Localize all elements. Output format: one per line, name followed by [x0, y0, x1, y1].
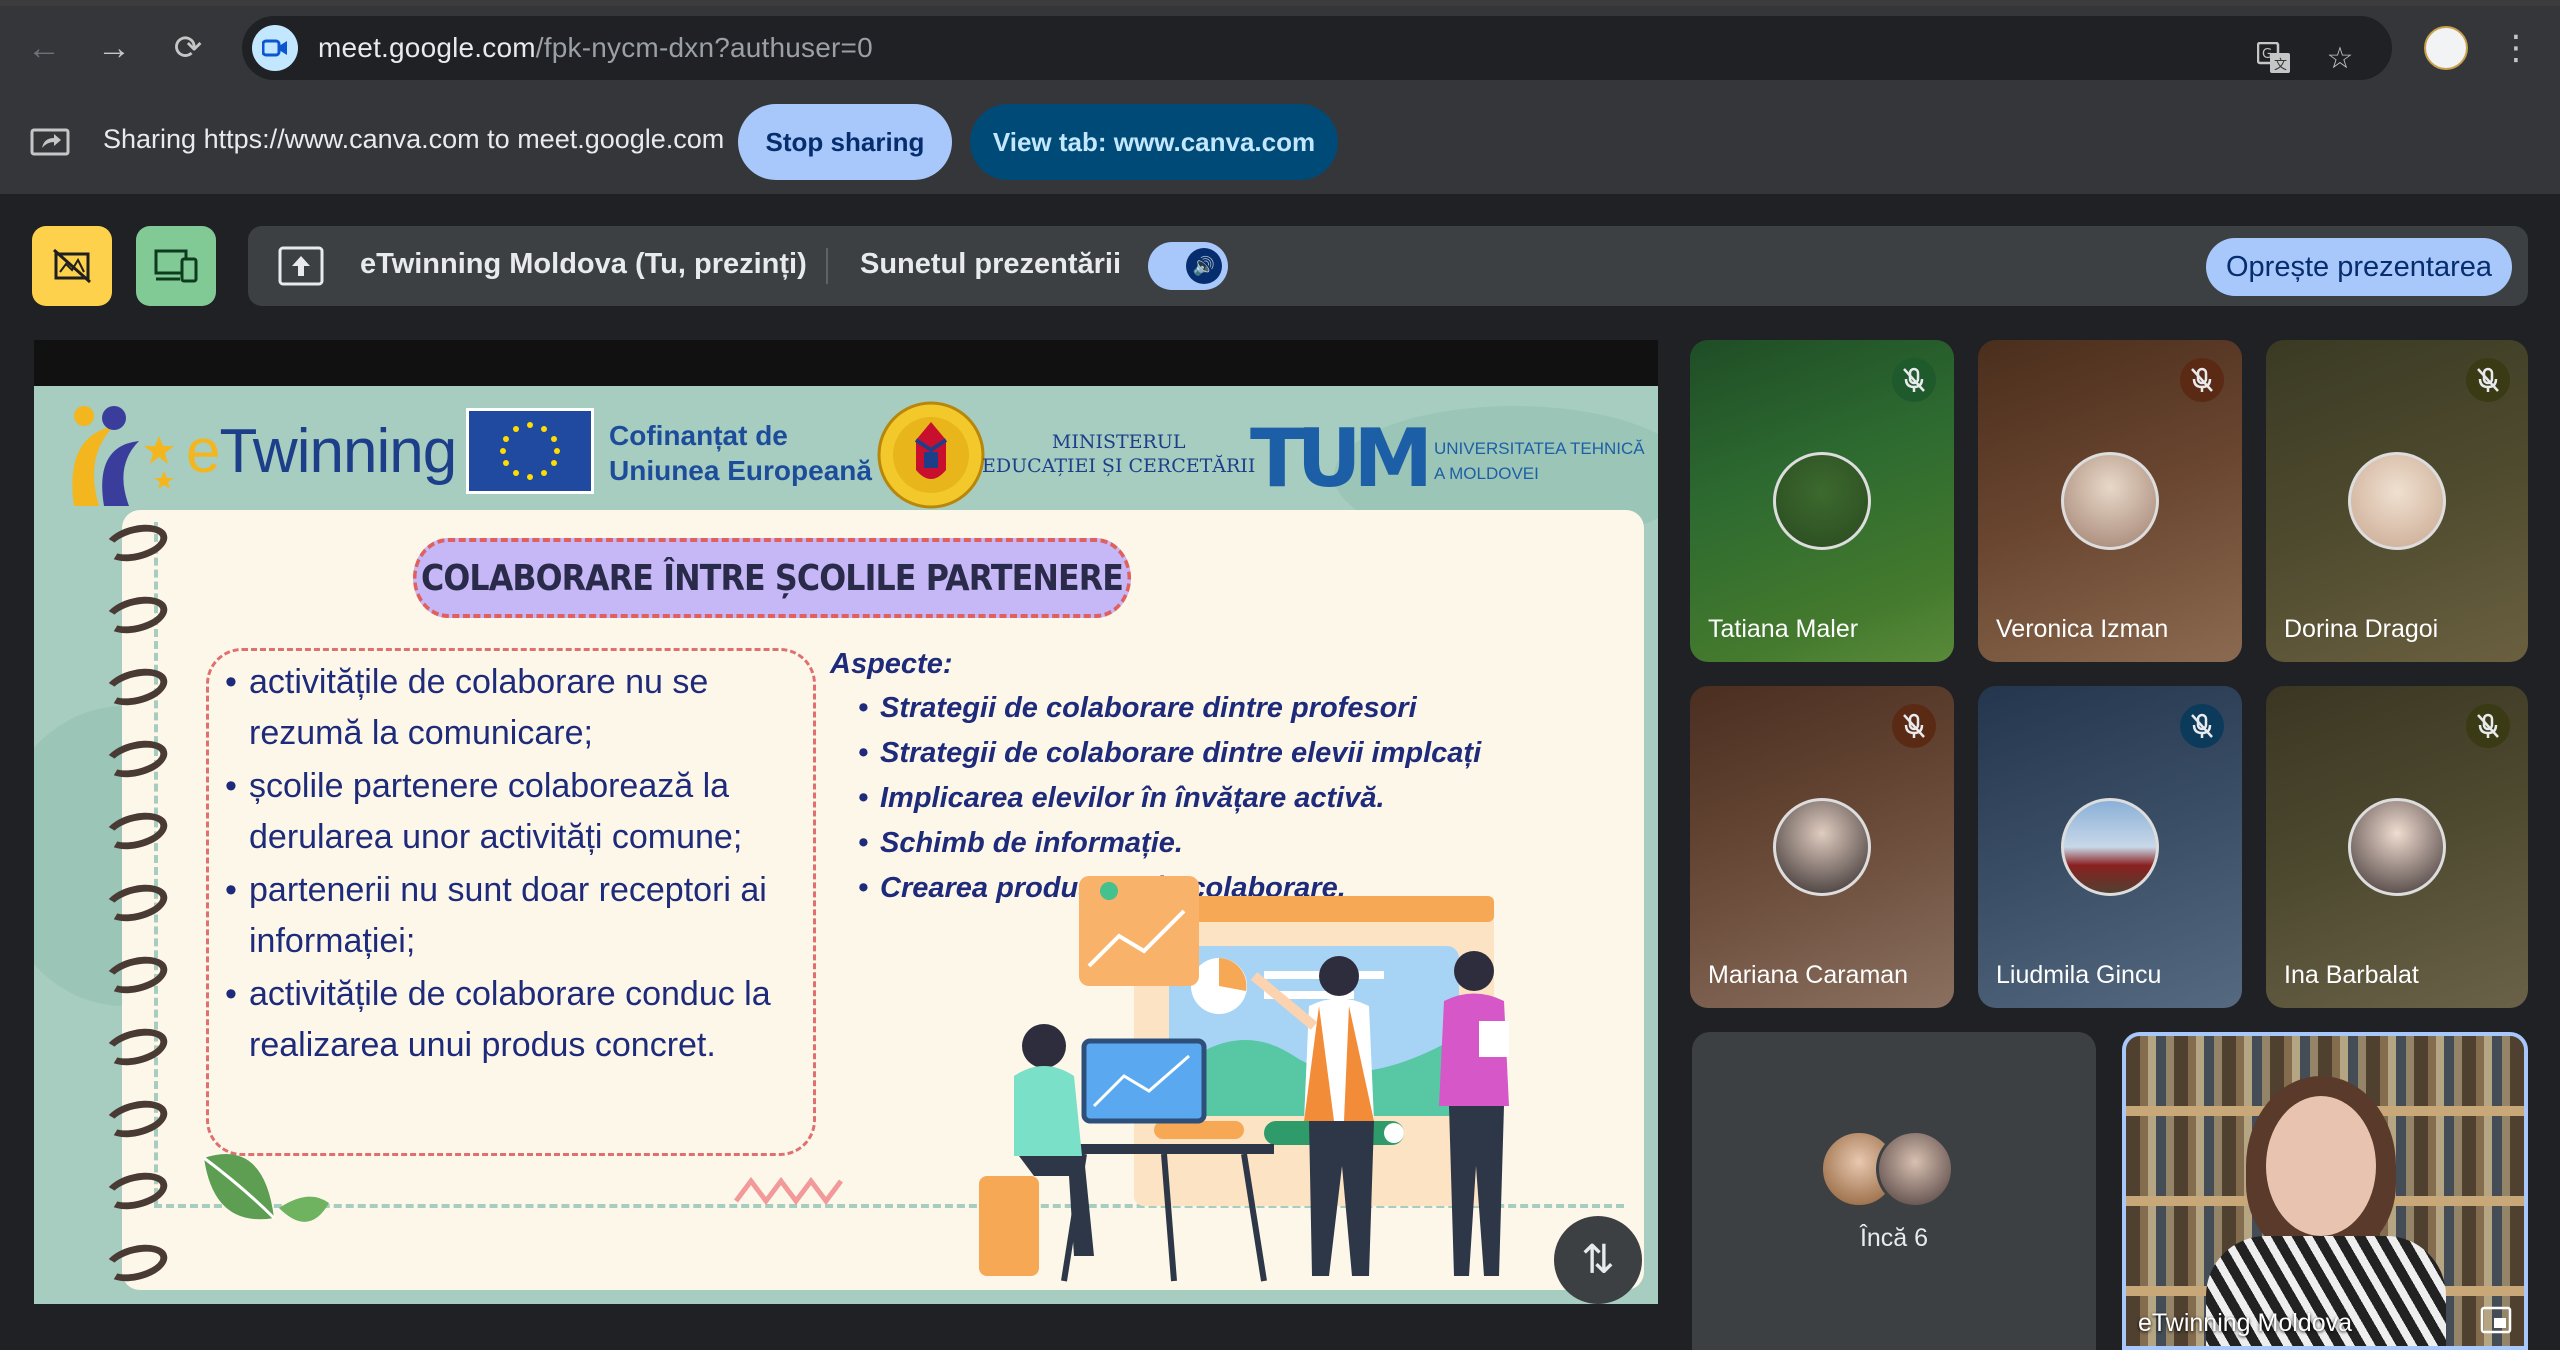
- utm-logo: TUM: [1250, 412, 1433, 505]
- utm-line-2: A MOLDOVEI: [1434, 464, 1539, 483]
- present-screen-icon: [278, 246, 324, 286]
- list-item: partenerii nu sunt doar receptori ai inf…: [225, 865, 809, 967]
- participant-name: Ina Barbalat: [2284, 961, 2419, 989]
- collaboration-illustration: [979, 876, 1509, 1282]
- presentation-stage: eTwinning Cofinanțat de Uniunea European…: [34, 340, 1658, 1304]
- self-name: eTwinning Moldova: [2138, 1309, 2353, 1337]
- meet-site-icon[interactable]: [252, 25, 298, 71]
- url-text[interactable]: meet.google.com/fpk-nycm-dxn?authuser=0: [318, 32, 873, 64]
- browser-menu-icon[interactable]: ⋮: [2492, 24, 2540, 72]
- eu-flag-icon: [466, 408, 594, 494]
- cofinance-line-2: Uniunea Europeană: [609, 455, 872, 486]
- translate-icon[interactable]: G文: [2252, 36, 2296, 80]
- person-face: [2266, 1096, 2376, 1236]
- participant-tile-tatiana-maler[interactable]: Tatiana Maler: [1690, 340, 1954, 662]
- screen-share-icon: [30, 128, 70, 156]
- participant-name: Dorina Dragoi: [2284, 615, 2439, 643]
- leaf-decoration-icon: [203, 1154, 329, 1222]
- bookmark-star-icon[interactable]: ☆: [2318, 36, 2362, 80]
- participant-tile-mariana-caraman[interactable]: Mariana Caraman: [1690, 686, 1954, 1008]
- ministry-line-1: MINISTERUL: [1051, 431, 1186, 453]
- list-item: școlile partenere colaborează la derular…: [225, 761, 809, 863]
- participant-tile-liudmila-gincu[interactable]: Liudmila Gincu: [1978, 686, 2242, 1008]
- address-bar[interactable]: meet.google.com/fpk-nycm-dxn?authuser=0 …: [242, 16, 2392, 80]
- hide-tile-icon: [53, 248, 91, 284]
- avatar: [2061, 452, 2159, 550]
- svg-text:文: 文: [2274, 58, 2287, 73]
- muted-mic-icon: [1892, 358, 1936, 402]
- hide-self-view-button[interactable]: [32, 226, 112, 306]
- etwinning-wordmark: eTwinning: [186, 417, 457, 486]
- avatar: [2061, 798, 2159, 896]
- eu-cofinance-text: Cofinanțat de Uniunea Europeană: [609, 418, 872, 488]
- muted-mic-icon: [2466, 704, 2510, 748]
- list-item: Strategii de colaborare dintre profesori: [858, 692, 1417, 725]
- presentation-bar: eTwinning Moldova (Tu, prezinți) Sunetul…: [248, 226, 2528, 306]
- list-item: Schimb de informație.: [858, 827, 1183, 860]
- slide-title: COLABORARE ÎNTRE ȘCOLILE PARTENERE: [412, 538, 1132, 618]
- reload-icon[interactable]: ⟳: [164, 24, 212, 72]
- zigzag-decoration-icon: [734, 1176, 843, 1206]
- tab-sharing-bar: Sharing https://www.canva.com to meet.go…: [0, 84, 2560, 194]
- ministry-text: MINISTERUL EDUCAȚIEI ȘI CERCETĂRII: [982, 430, 1255, 478]
- list-item: activitățile de colaborare nu se rezumă …: [225, 657, 809, 759]
- participant-tile-veronica-izman[interactable]: Veronica Izman: [1978, 340, 2242, 662]
- etwinning-logo-icon: [72, 406, 174, 506]
- divider: [826, 248, 828, 284]
- avatar: [1773, 798, 1871, 896]
- muted-mic-icon: [1892, 704, 1936, 748]
- moldova-coat-of-arms-icon: [877, 401, 985, 509]
- aspects-heading: Aspecte:: [830, 648, 953, 680]
- muted-mic-icon: [2466, 358, 2510, 402]
- self-view-tile[interactable]: eTwinning Moldova: [2122, 1032, 2528, 1350]
- muted-mic-icon: [2180, 704, 2224, 748]
- profile-avatar[interactable]: [2424, 26, 2468, 70]
- avatar: [1876, 1130, 1954, 1208]
- ministry-line-2: EDUCAȚIEI ȘI CERCETĂRII: [982, 455, 1256, 477]
- shared-slide: eTwinning Cofinanțat de Uniunea European…: [34, 386, 1658, 1304]
- sharing-message: Sharing https://www.canva.com to meet.go…: [103, 124, 725, 154]
- utm-line-1: UNIVERSITATEA TEHNICĂ: [1434, 439, 1645, 458]
- participant-name: Mariana Caraman: [1708, 961, 1909, 989]
- layout-toggle-button[interactable]: [136, 226, 216, 306]
- participant-tile-ina-barbalat[interactable]: Ina Barbalat: [2266, 686, 2528, 1008]
- collaboration-points-box: activitățile de colaborare nu se rezumă …: [206, 648, 816, 1156]
- presenter-name: eTwinning Moldova (Tu, prezinți): [360, 248, 807, 280]
- slide-scroll-button[interactable]: ⇅: [1554, 1216, 1642, 1304]
- presentation-audio-label: Sunetul prezentării: [860, 248, 1122, 280]
- stop-presenting-button[interactable]: Oprește prezentarea: [2206, 238, 2512, 296]
- presentation-audio-toggle[interactable]: 🔊: [1148, 242, 1228, 290]
- muted-mic-icon: [2180, 358, 2224, 402]
- speaker-icon: 🔊: [1186, 248, 1222, 284]
- stop-sharing-button[interactable]: Stop sharing: [738, 104, 952, 180]
- list-item: activitățile de colaborare conduc la rea…: [225, 969, 809, 1071]
- avatar: [2348, 452, 2446, 550]
- more-participants-tile[interactable]: Încă 6: [1692, 1032, 2096, 1350]
- participant-name: Tatiana Maler: [1708, 615, 1859, 643]
- meet-workspace: eTwinning Moldova (Tu, prezinți) Sunetul…: [0, 194, 2560, 1350]
- picture-in-picture-icon[interactable]: [2480, 1306, 2512, 1334]
- list-item: Implicarea elevilor în învățare activă.: [858, 782, 1385, 815]
- browser-toolbar: ← → ⟳ meet.google.com/fpk-nycm-dxn?authu…: [0, 0, 2560, 84]
- participant-name: Veronica Izman: [1996, 615, 2169, 643]
- list-item: Strategii de colaborare dintre elevii im…: [858, 737, 1481, 770]
- forward-arrow-icon[interactable]: →: [90, 24, 138, 72]
- participant-tile-dorina-dragoi[interactable]: Dorina Dragoi: [2266, 340, 2528, 662]
- participant-name: Liudmila Gincu: [1996, 961, 2162, 989]
- cofinance-line-1: Cofinanțat de: [609, 420, 788, 451]
- back-arrow-icon[interactable]: ←: [20, 24, 68, 72]
- devices-icon: [154, 249, 198, 283]
- utm-text: UNIVERSITATEA TEHNICĂ A MOLDOVEI: [1434, 436, 1645, 486]
- avatar: [2348, 798, 2446, 896]
- avatar: [1773, 452, 1871, 550]
- more-participants-count: Încă 6: [1859, 1224, 1929, 1252]
- view-tab-button[interactable]: View tab: www.canva.com: [970, 104, 1338, 180]
